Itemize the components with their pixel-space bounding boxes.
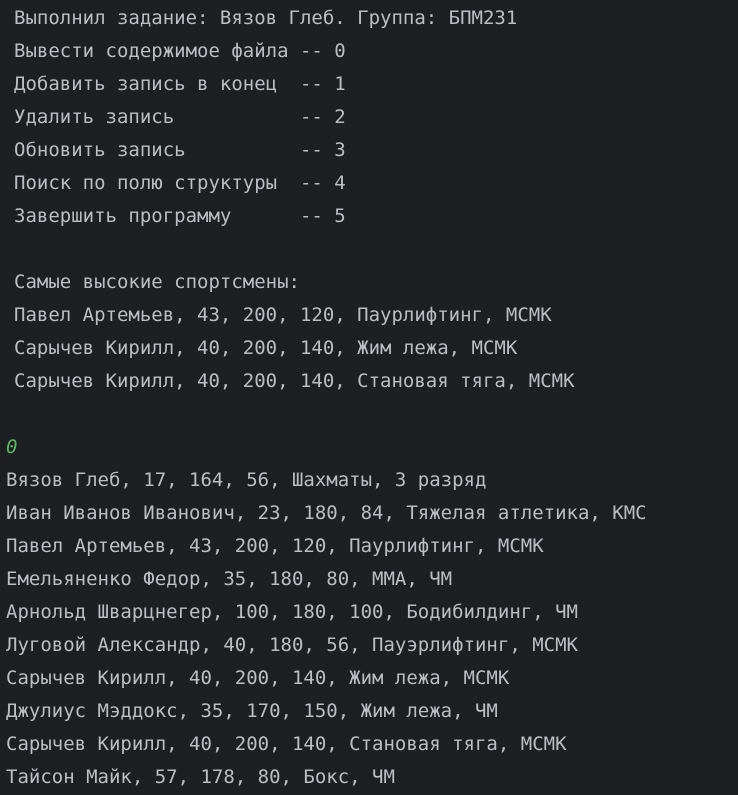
record-line: Сарычев Кирилл, 40, 200, 140, Жим лежа, … [6, 667, 510, 689]
tallest-item: Павел Артемьев, 43, 200, 120, Паурлифтин… [14, 304, 552, 326]
record-line: Иван Иванов Иванович, 23, 180, 84, Тяжел… [6, 502, 647, 524]
record-line: Джулиус Мэддокс, 35, 170, 150, Жим лежа,… [6, 700, 498, 722]
menu-item-search: Поиск по полю структуры -- 4 [14, 172, 346, 194]
menu-item-exit: Завершить программу -- 5 [14, 205, 346, 227]
record-line: Сарычев Кирилл, 40, 200, 140, Становая т… [6, 733, 567, 755]
menu-item-update: Обновить запись -- 3 [14, 139, 346, 161]
console-output[interactable]: Выполнил задание: Вязов Глеб. Группа: БП… [0, 0, 738, 795]
menu-item-append: Добавить запись в конец -- 1 [14, 73, 346, 95]
tallest-title: Самые высокие спортсмены: [14, 271, 300, 293]
record-line: Павел Артемьев, 43, 200, 120, Паурлифтин… [6, 535, 544, 557]
record-line: Арнольд Шварцнегер, 100, 180, 100, Бодиб… [6, 601, 578, 623]
tallest-item: Сарычев Кирилл, 40, 200, 140, Жим лежа, … [14, 337, 518, 359]
record-line: Вязов Глеб, 17, 164, 56, Шахматы, 3 разр… [6, 469, 487, 491]
record-line: Тайсон Майк, 57, 178, 80, Бокс, ЧМ [6, 766, 395, 788]
tallest-item: Сарычев Кирилл, 40, 200, 140, Становая т… [14, 370, 575, 392]
header-line: Выполнил задание: Вязов Глеб. Группа: БП… [14, 7, 518, 29]
record-line: Луговой Александр, 40, 180, 56, Пауэрлиф… [6, 634, 578, 656]
menu-item-show-file: Вывести содержимое файла -- 0 [14, 40, 346, 62]
menu-item-delete: Удалить запись -- 2 [14, 106, 346, 128]
record-line: Емельяненко Федор, 35, 180, 80, ММА, ЧМ [6, 568, 453, 590]
user-input-line: 0 [6, 436, 18, 458]
